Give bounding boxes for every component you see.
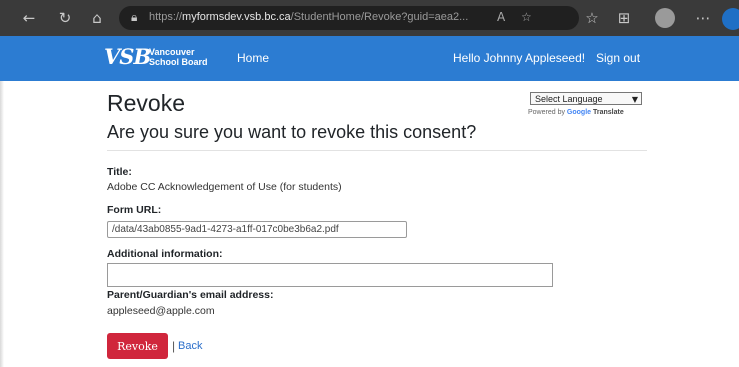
email-value: appleseed@apple.com: [107, 305, 215, 317]
logo-mark: VSB: [104, 44, 151, 69]
title-label: Title:: [107, 166, 132, 178]
page-title: Revoke: [107, 90, 185, 116]
url-text[interactable]: https://myformsdev.vsb.bc.ca/StudentHome…: [149, 11, 489, 25]
user-greeting: Hello Johnny Appleseed!: [453, 51, 586, 65]
main-content: Revoke Are you sure you want to revoke t…: [0, 81, 739, 367]
site-navbar: VSB Vancouver School Board Home Hello Jo…: [0, 36, 739, 81]
language-select[interactable]: Select Language ▼: [530, 92, 642, 105]
divider: [107, 150, 647, 151]
collections-icon[interactable]: ⊞: [615, 9, 633, 27]
read-aloud-icon[interactable]: A: [497, 10, 505, 24]
back-arrow-icon[interactable]: ←: [20, 9, 38, 27]
refresh-icon[interactable]: ↻: [56, 9, 74, 27]
logo-text: Vancouver School Board: [149, 47, 208, 67]
edge-sidebar-icon[interactable]: [722, 8, 739, 30]
favorites-icon[interactable]: ☆: [583, 9, 601, 27]
confirm-question: Are you sure you want to revoke this con…: [107, 122, 477, 142]
nav-home-link[interactable]: Home: [237, 51, 269, 65]
form-url-label: Form URL:: [107, 204, 162, 216]
address-bar[interactable]: 🔒︎ https://myformsdev.vsb.bc.ca/StudentH…: [119, 6, 579, 30]
additional-info-label: Additional information:: [107, 248, 223, 260]
more-menu-icon[interactable]: ⋯: [694, 9, 712, 27]
separator: |: [172, 339, 176, 353]
title-value: Adobe CC Acknowledgement of Use (for stu…: [107, 181, 342, 193]
additional-info-input[interactable]: [107, 263, 553, 287]
chevron-down-icon: ▼: [631, 95, 638, 104]
favorite-star-icon[interactable]: ☆: [521, 10, 532, 24]
email-label: Parent/Guardian's email address:: [107, 289, 274, 301]
form-url-field[interactable]: /data/43ab0855-9ad1-4273-a1ff-017c0be3b6…: [107, 221, 407, 238]
lock-icon: 🔒︎: [131, 10, 138, 24]
profile-icon[interactable]: [655, 8, 675, 28]
revoke-button[interactable]: Revoke: [107, 333, 168, 359]
google-translate-attribution: Powered by Google Translate: [528, 109, 624, 116]
home-icon[interactable]: ⌂: [88, 9, 106, 27]
browser-toolbar: ← ↻ ⌂ 🔒︎ https://myformsdev.vsb.bc.ca/St…: [0, 0, 739, 36]
back-link[interactable]: Back: [178, 340, 202, 352]
sign-out-link[interactable]: Sign out: [596, 51, 640, 65]
